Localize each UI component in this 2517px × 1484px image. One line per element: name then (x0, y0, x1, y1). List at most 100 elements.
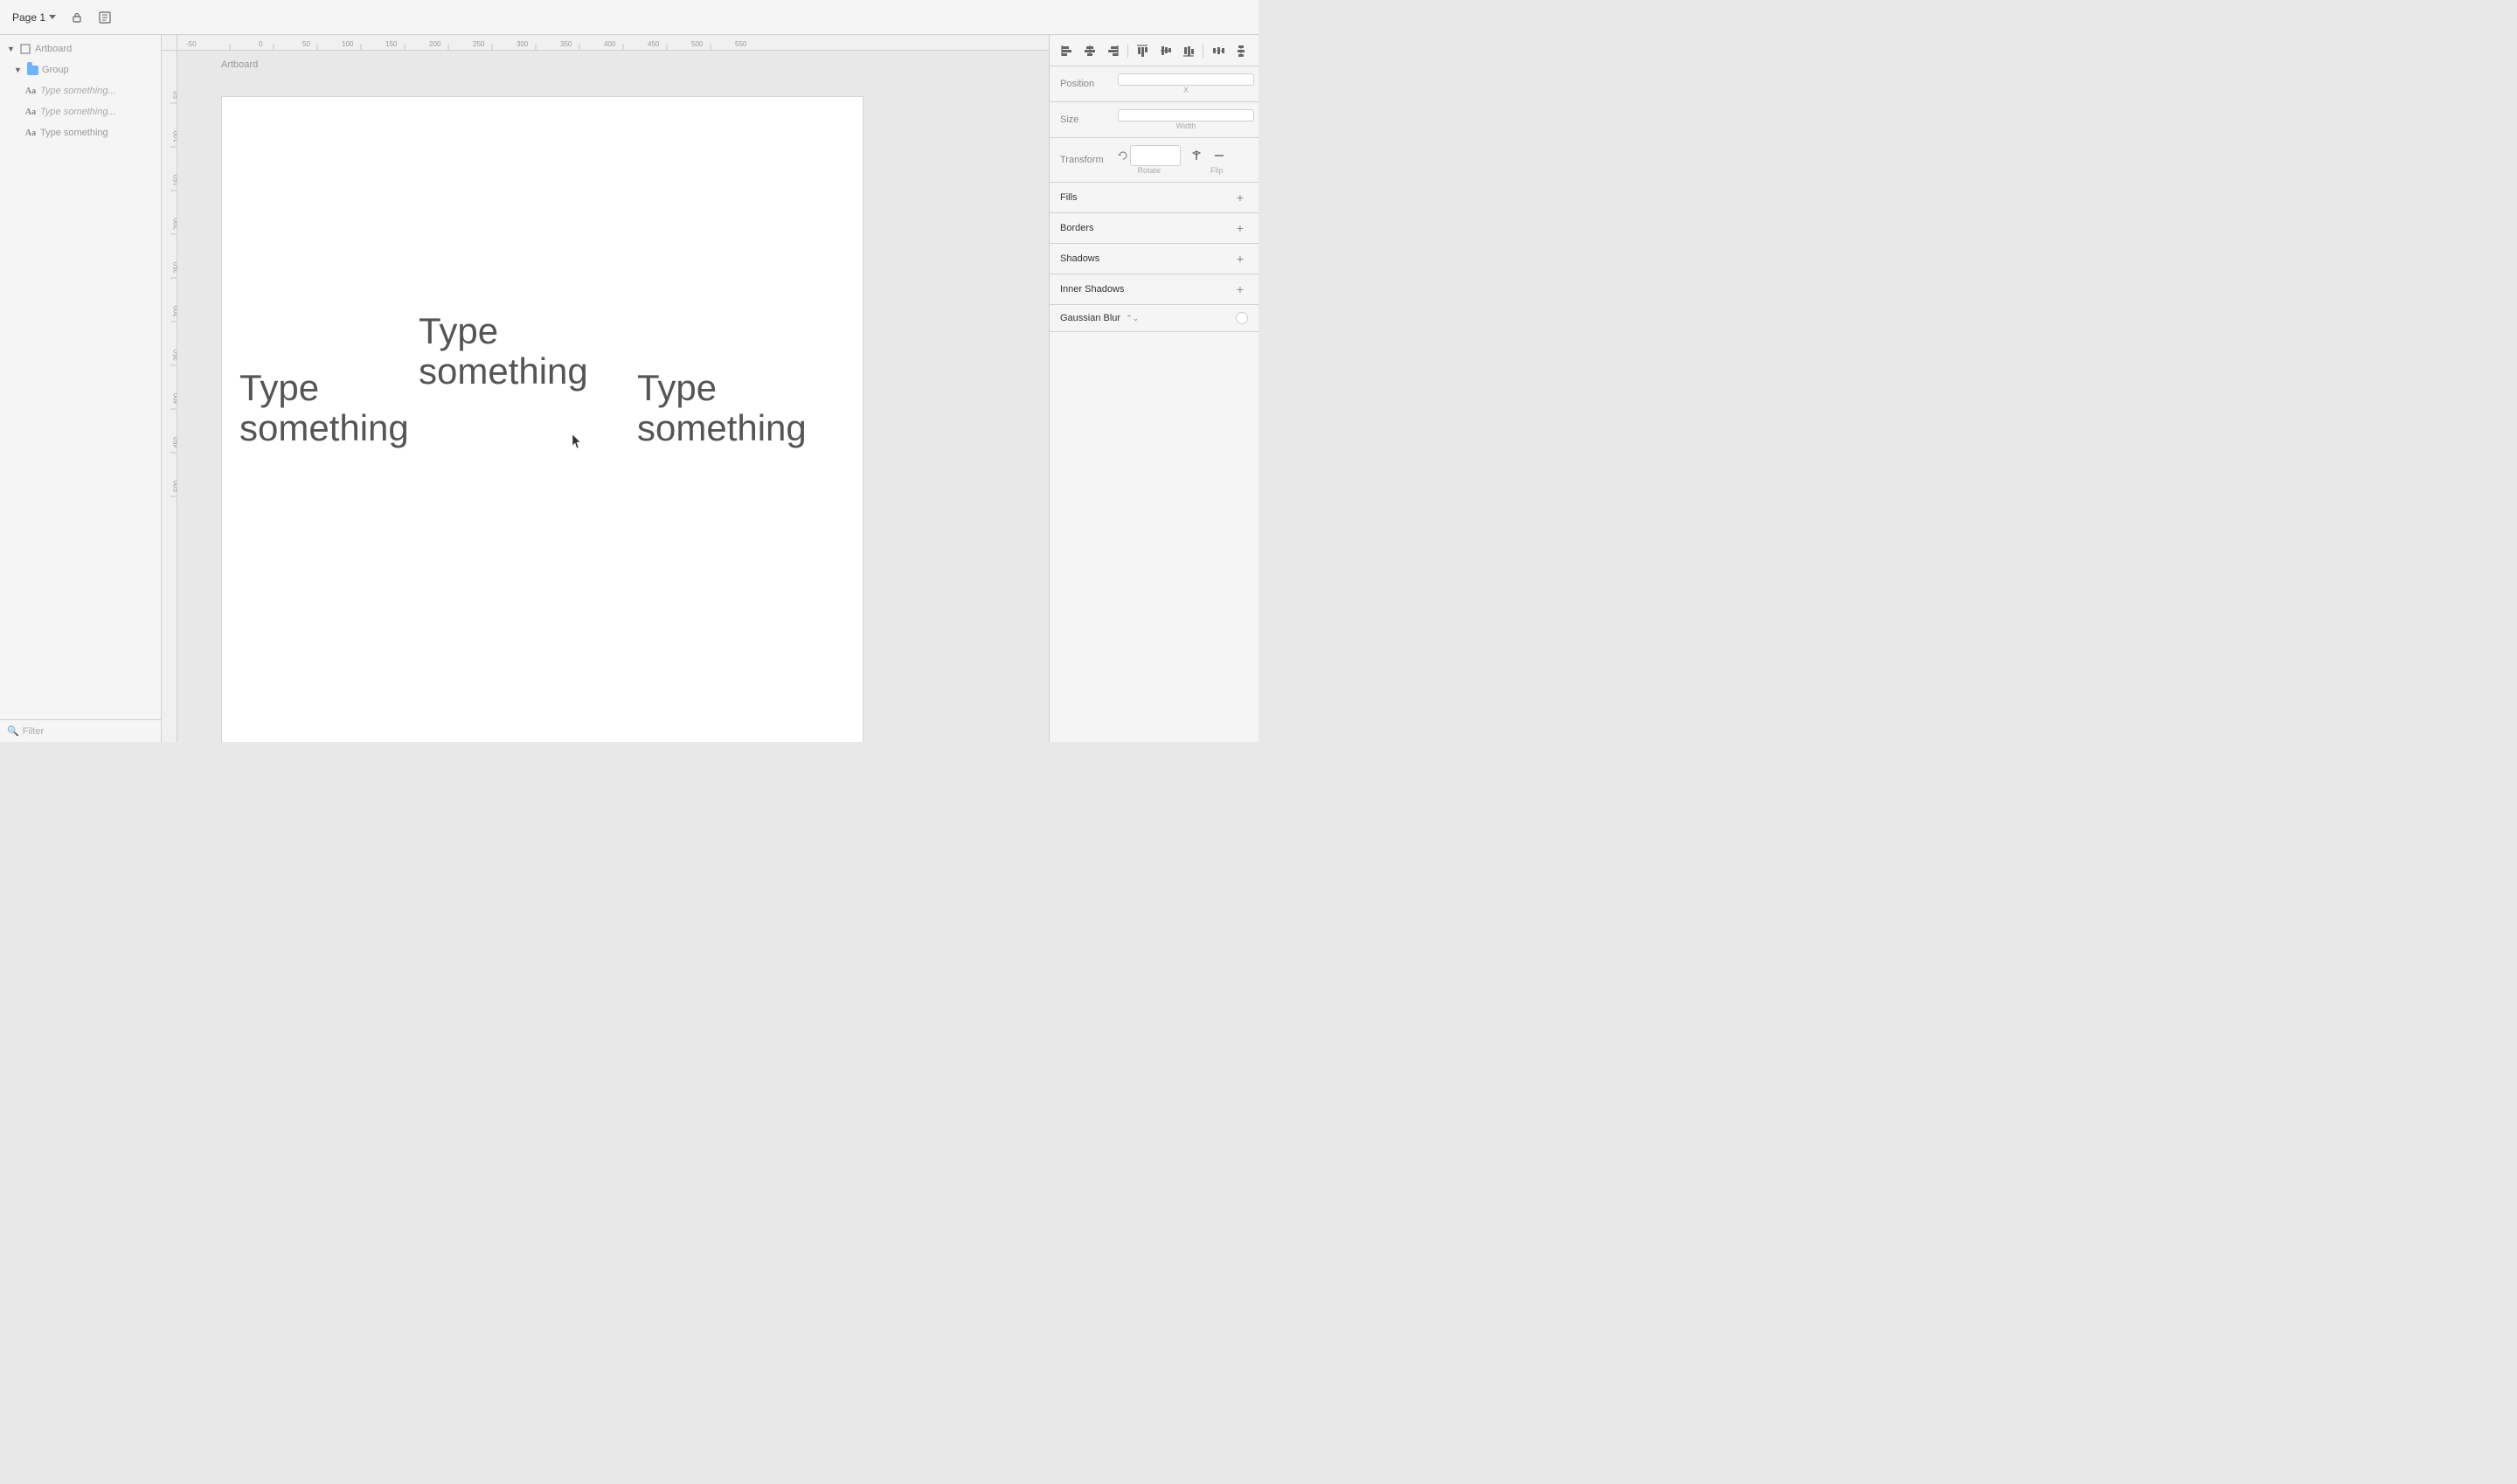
canvas-text-center: Typesomething (419, 311, 588, 392)
ruler-horizontal: -50 0 50 100 150 200 250 (177, 35, 1049, 51)
ruler-vertical: 50 100 150 200 250 300 350 (162, 51, 177, 742)
lock-button[interactable] (65, 5, 89, 30)
artboard-toggle[interactable]: ▼ (7, 45, 16, 53)
svg-text:400: 400 (604, 40, 616, 48)
gaussian-stepper[interactable]: ⌃⌄ (1126, 314, 1139, 322)
svg-text:100: 100 (342, 40, 354, 48)
position-inputs: X Y (1118, 73, 1258, 94)
chevron-down-icon (49, 15, 56, 19)
canvas-text-left: Typesomething (239, 368, 409, 448)
fills-add-button[interactable]: + (1232, 190, 1248, 205)
svg-text:350: 350 (560, 40, 572, 48)
position-row: Position X Y (1060, 73, 1248, 94)
align-center-h-button[interactable] (1079, 40, 1099, 61)
zoom-button[interactable] (93, 5, 117, 30)
text-layer-name-3: Type something (40, 128, 154, 138)
sidebar: ▼ Artboard ▼ Group Aa Type something.. (0, 35, 162, 742)
cursor-indicator (572, 433, 582, 449)
borders-header: Borders + (1050, 213, 1258, 244)
transform-section: Transform Rotate (1050, 138, 1258, 183)
size-section: Size Width Height (1050, 102, 1258, 138)
toolbar-left: Page 1 (7, 5, 1248, 30)
svg-text:450: 450 (648, 40, 660, 48)
divider (1127, 44, 1128, 58)
gaussian-blur-label: Gaussian Blur ⌃⌄ (1060, 313, 1139, 323)
position-section: Position X Y (1050, 66, 1258, 102)
flip-h-button[interactable] (1186, 145, 1207, 166)
flip-input-pair: Flip (1186, 145, 1249, 175)
artboard-label: Artboard (221, 59, 258, 70)
rotate-icon (1118, 150, 1128, 161)
layer-artboard[interactable]: ▼ Artboard (0, 38, 161, 59)
shadows-add-button[interactable]: + (1232, 251, 1248, 267)
text-icon-3: Aa (24, 127, 37, 139)
align-right-button[interactable] (1103, 40, 1123, 61)
align-top-button[interactable] (1133, 40, 1153, 61)
distribute-h-button[interactable] (1208, 40, 1228, 61)
gaussian-controls (1236, 312, 1248, 324)
zoom-icon (99, 11, 111, 24)
shadows-title: Shadows (1060, 253, 1099, 264)
fills-title: Fills (1060, 192, 1078, 203)
position-label: Position (1060, 79, 1113, 89)
gaussian-blur-row: Gaussian Blur ⌃⌄ (1050, 305, 1258, 332)
svg-text:150: 150 (385, 40, 398, 48)
gaussian-toggle[interactable] (1236, 312, 1248, 324)
canvas-with-rulers: -50 0 50 100 150 200 250 (162, 35, 1049, 742)
align-middle-v-button[interactable] (1155, 40, 1175, 61)
right-panel: Position X Y Size (1049, 35, 1258, 742)
flip-v-button[interactable] (1209, 145, 1230, 166)
size-label: Size (1060, 114, 1113, 125)
transform-row: Transform Rotate (1060, 145, 1248, 175)
width-input[interactable] (1118, 109, 1254, 121)
text-icon-1: Aa (24, 85, 37, 97)
canvas-text-right: Typesomething (637, 368, 807, 448)
layer-text-2[interactable]: Aa Type something... (0, 101, 161, 122)
align-bottom-button[interactable] (1178, 40, 1198, 61)
page-label: Page 1 (12, 11, 45, 24)
rotate-input-pair: Rotate (1118, 145, 1181, 175)
distribute-v-button[interactable] (1231, 40, 1252, 61)
ruler-v-svg: 50 100 150 200 250 300 350 (162, 51, 177, 742)
svg-text:-50: -50 (186, 40, 197, 48)
inner-shadows-add-button[interactable]: + (1232, 281, 1248, 297)
ruler-h-svg: -50 0 50 100 150 200 250 (177, 35, 1049, 51)
group-toggle[interactable]: ▼ (14, 66, 23, 74)
svg-text:200: 200 (429, 40, 441, 48)
size-row: Size Width Height (1060, 109, 1248, 130)
canvas-scroll[interactable]: Artboard Typesomething Typesomething Typ… (177, 51, 1049, 742)
svg-text:250: 250 (473, 40, 485, 48)
rotate-input[interactable] (1130, 145, 1181, 166)
borders-title: Borders (1060, 223, 1094, 233)
canvas-body: 50 100 150 200 250 300 350 (162, 51, 1049, 742)
filter-input[interactable] (23, 726, 154, 737)
flip-label: Flip (1186, 166, 1249, 175)
svg-text:550: 550 (735, 40, 747, 48)
svg-text:300: 300 (517, 40, 529, 48)
align-left-button[interactable] (1057, 40, 1077, 61)
layer-text-1[interactable]: Aa Type something... (0, 80, 161, 101)
ruler-top-row: -50 0 50 100 150 200 250 (162, 35, 1049, 51)
x-label: X (1118, 86, 1254, 94)
align-tools (1050, 35, 1258, 66)
page-selector[interactable]: Page 1 (7, 9, 61, 26)
sidebar-search: 🔍 (0, 719, 161, 742)
layer-text-3[interactable]: Aa Type something (0, 122, 161, 143)
svg-text:500: 500 (691, 40, 704, 48)
x-input[interactable] (1118, 73, 1254, 86)
width-input-pair: Width (1118, 109, 1254, 130)
ruler-corner (162, 35, 177, 51)
text-icon-2: Aa (24, 106, 37, 118)
canvas-inner: Artboard Typesomething Typesomething Typ… (177, 51, 1049, 742)
lock-icon (71, 11, 83, 24)
layer-group[interactable]: ▼ Group (0, 59, 161, 80)
borders-add-button[interactable]: + (1232, 220, 1248, 236)
artboard-frame[interactable]: Typesomething Typesomething Typesomethin… (221, 96, 863, 742)
fills-header: Fills + (1050, 183, 1258, 213)
inner-shadows-title: Inner Shadows (1060, 284, 1124, 295)
artboard-layer-name: Artboard (35, 44, 154, 54)
transform-label: Transform (1060, 155, 1113, 165)
canvas-area: -50 0 50 100 150 200 250 (162, 35, 1049, 742)
main-layout: ▼ Artboard ▼ Group Aa Type something.. (0, 35, 1258, 742)
size-inputs: Width Height (1118, 109, 1258, 130)
